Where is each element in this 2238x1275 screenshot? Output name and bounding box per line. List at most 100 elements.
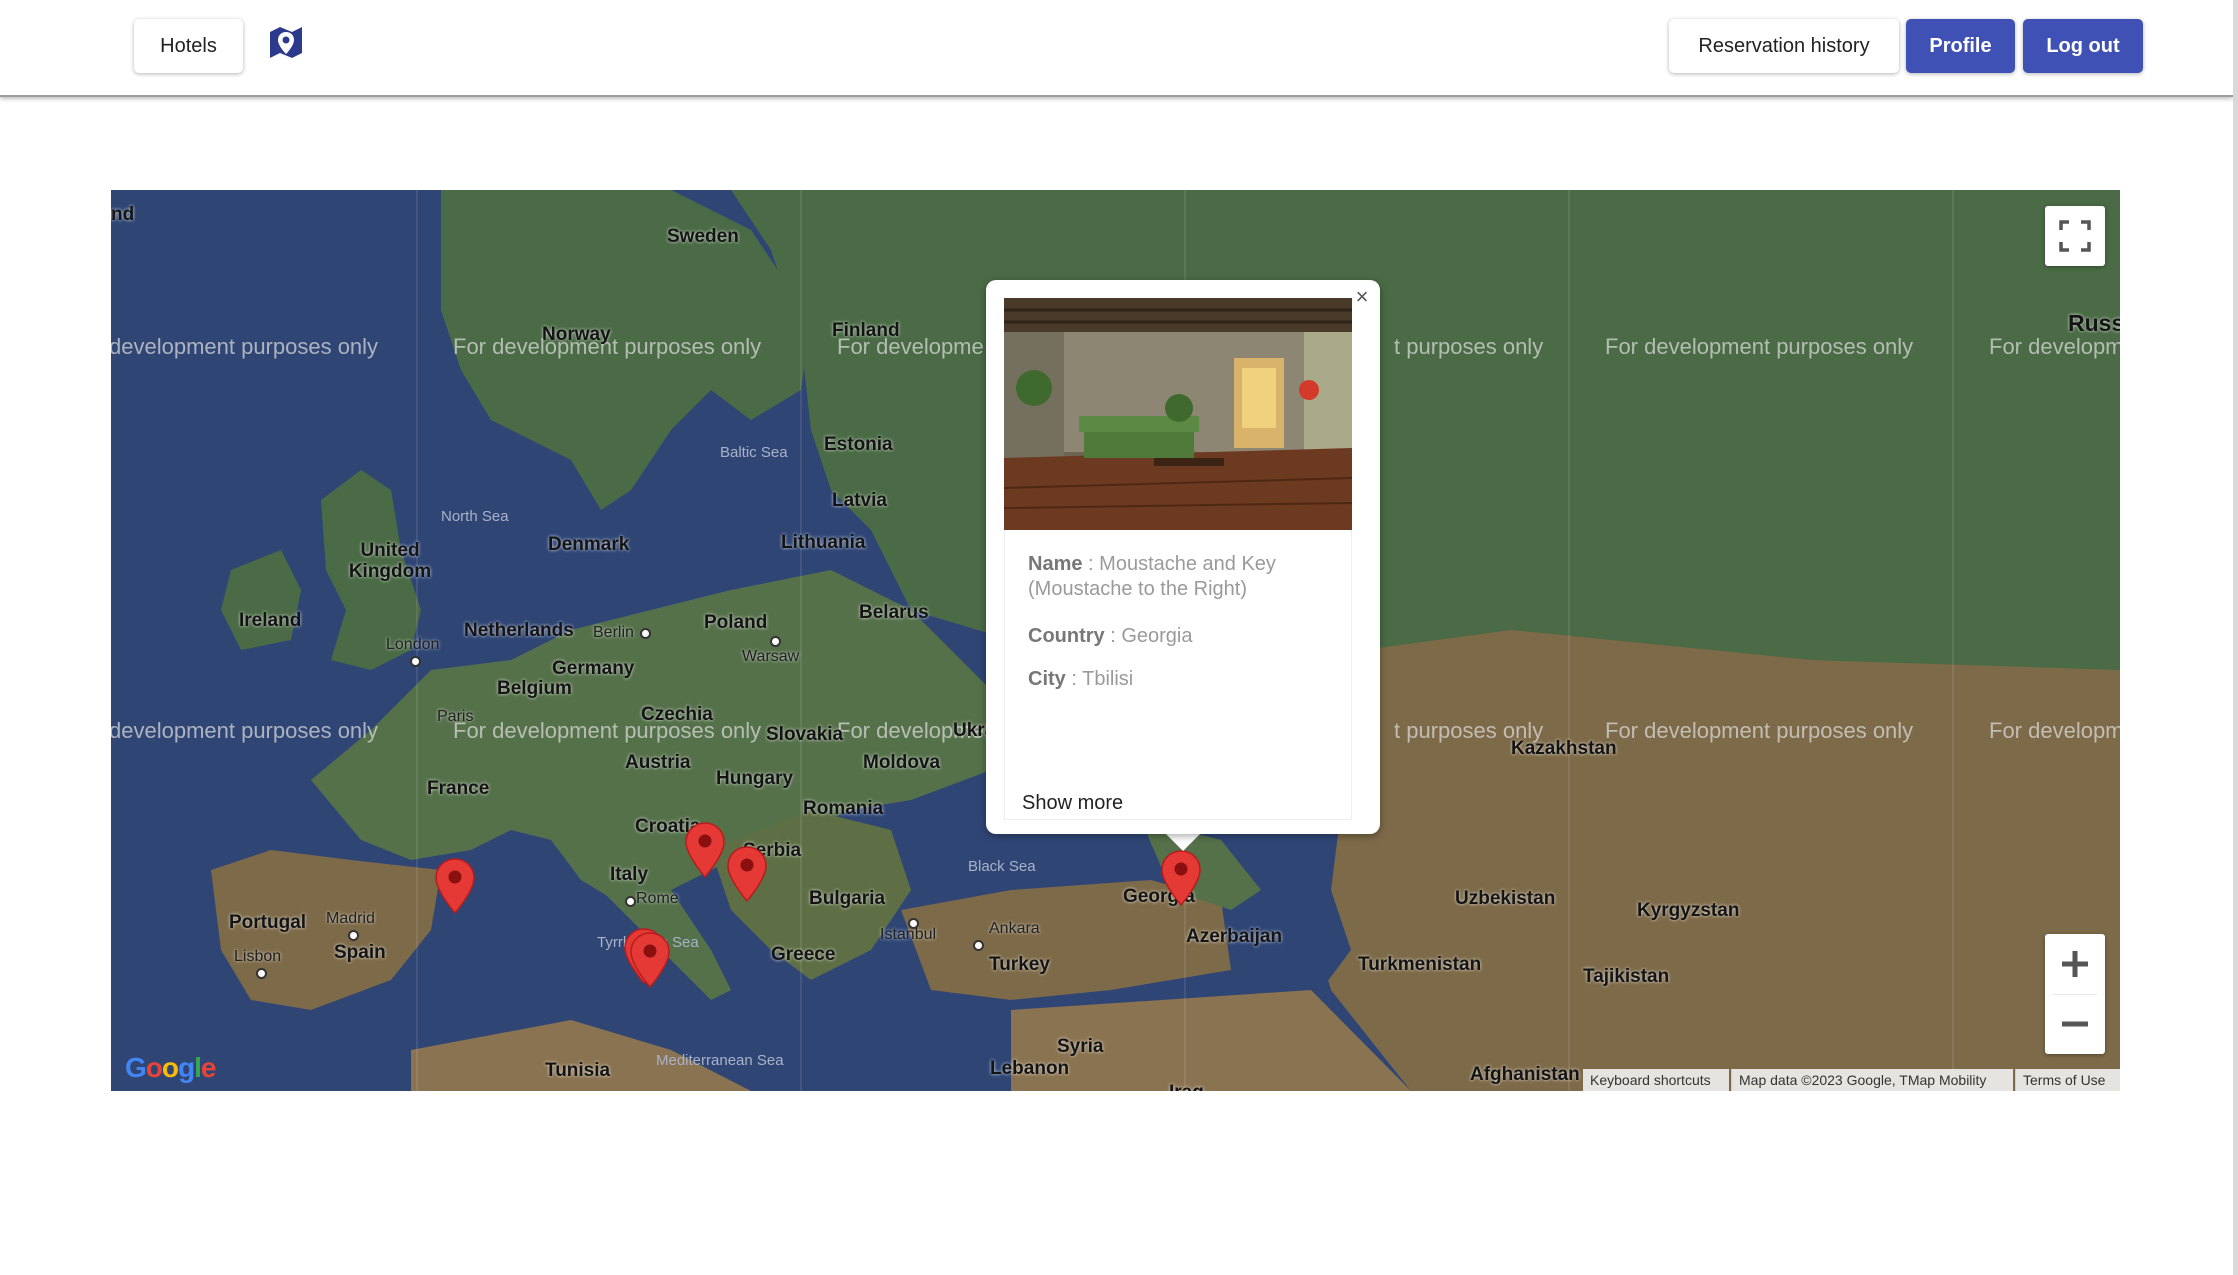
map-watermark: t purposes only (1394, 334, 1544, 359)
terms-of-use-link[interactable]: Terms of Use (2015, 1069, 2120, 1091)
hotel-marker[interactable] (435, 858, 475, 914)
map-label-sea: Baltic Sea (720, 444, 788, 461)
city-dot (770, 636, 781, 647)
map-label-city: Madrid (326, 910, 375, 927)
map-label-city: Paris (437, 708, 474, 725)
hotel-country-value: Georgia (1121, 625, 1193, 647)
map-label-country: Estonia (824, 434, 893, 455)
map-label-country: Kyrgyzstan (1637, 900, 1740, 921)
google-logo[interactable]: Google (125, 1052, 216, 1084)
map-watermark: For development purposes only (453, 718, 762, 743)
map-label-country: Austria (625, 752, 691, 773)
map-data-attribution: Map data ©2023 Google, TMap Mobility (1731, 1069, 2013, 1091)
city-dot (973, 940, 984, 951)
fullscreen-icon (2059, 220, 2091, 252)
hotel-country-field: Country : Georgia (1028, 625, 1193, 647)
logout-button[interactable]: Log out (2023, 19, 2143, 73)
map-label-country: Norway (542, 324, 611, 345)
map-label-country: Turkmenistan (1358, 954, 1482, 975)
map-label-country: Poland (704, 612, 768, 633)
map-label-country: France (427, 778, 490, 799)
map-label-country: Latvia (832, 490, 887, 511)
hotels-button[interactable]: Hotels (134, 19, 243, 73)
hotel-photo[interactable] (1004, 298, 1352, 530)
map-label-country: Slovakia (766, 724, 844, 745)
map-label-city: Lisbon (234, 948, 282, 965)
map-label-country: Belarus (859, 602, 929, 623)
map-label-country: Afghanistan (1470, 1064, 1580, 1085)
info-window-tail (1165, 833, 1201, 851)
city-dot (640, 628, 651, 639)
hotel-info-card: Name : Moustache and Key (Moustache to t… (1004, 530, 1352, 820)
map-label-country: Russ (2068, 310, 2120, 336)
profile-button[interactable]: Profile (1906, 19, 2015, 73)
city-dot (625, 896, 636, 907)
map-label-city: London (386, 636, 440, 653)
map-watermark: For development purposes only (1605, 718, 1914, 743)
hotel-marker[interactable] (630, 932, 670, 988)
map-label-country: United Kingdom (348, 540, 432, 582)
hotel-name-field: Name : Moustache and Key (Moustache to t… (1028, 553, 1276, 600)
hotel-city-field: City : Tbilisi (1028, 668, 1134, 690)
hotel-marker[interactable] (727, 846, 767, 902)
hotel-marker[interactable] (685, 822, 725, 878)
keyboard-shortcuts-link[interactable]: Keyboard shortcuts (1583, 1069, 1729, 1091)
map-label-country: Kazakhstan (1511, 738, 1617, 759)
map-label-city: Istanbul (880, 926, 937, 943)
map-watermark: For development purposes only (1605, 334, 1914, 359)
map-label-sea: Mediterranean Sea (656, 1052, 784, 1069)
map-label-country: Sweden (667, 226, 739, 247)
plus-icon[interactable] (2045, 934, 2105, 994)
map-watermark: For developm (1989, 334, 2120, 359)
hotel-marker-selected[interactable] (1161, 850, 1201, 906)
map-label-country: Lithuania (781, 532, 866, 553)
map-label-country: Netherlands (464, 620, 574, 641)
map-label-sea: Black Sea (968, 858, 1036, 875)
map-label-city: Berlin (593, 624, 634, 641)
top-navbar: Hotels Reservation history Profile Log o… (0, 0, 2233, 97)
city-dot (348, 930, 359, 941)
hotel-city-value: Tbilisi (1082, 668, 1134, 690)
close-icon[interactable]: × (1350, 286, 1374, 310)
map-label-country: Germany (552, 658, 635, 679)
map-label-city: Rome (636, 890, 679, 907)
page-scrollbar[interactable] (2233, 0, 2238, 1275)
map-label-country: Iraq (1169, 1082, 1204, 1091)
map-label-country: Syria (1057, 1036, 1104, 1057)
map-label-country: Moldova (863, 752, 941, 773)
map-label-country: Greece (771, 944, 836, 965)
map-label-land: nd (111, 204, 135, 225)
city-dot (908, 918, 919, 929)
fullscreen-button[interactable] (2045, 206, 2105, 266)
hotel-country-label: Country (1028, 625, 1105, 647)
map-label-country: Azerbaijan (1186, 926, 1283, 947)
map-label-country: Hungary (716, 768, 794, 789)
reservation-history-button[interactable]: Reservation history (1669, 19, 1899, 73)
map-label-city: Warsaw (742, 648, 800, 665)
map-label-city: Ankara (989, 920, 1040, 937)
map-marker-icon[interactable] (268, 24, 304, 60)
hotel-name-label: Name (1028, 553, 1083, 575)
map-label-country: Tajikistan (1583, 966, 1670, 987)
map-label-country: Denmark (548, 534, 630, 555)
city-dot (256, 968, 267, 979)
map-label-country: Tunisia (545, 1060, 611, 1081)
show-more-button[interactable]: Show more (1004, 778, 1144, 828)
map-label-country: Italy (610, 864, 649, 885)
map-label-country: Belgium (497, 678, 572, 699)
map-label-country: Turkey (989, 954, 1050, 975)
map-watermark: development purposes only (111, 334, 379, 359)
map-label-country: Czechia (641, 704, 713, 725)
hotel-city-label: City (1028, 668, 1066, 690)
map-label-country: Spain (334, 942, 386, 963)
map-label-country: Finland (832, 320, 900, 341)
map-label-country: Ireland (239, 610, 302, 631)
city-dot (410, 656, 421, 667)
hotel-info-window: × Name : Moustache and Key (Moustache to… (986, 280, 1380, 834)
map-label-country: Bulgaria (809, 888, 886, 909)
map-label-country: Portugal (229, 912, 307, 933)
minus-icon[interactable] (2045, 994, 2105, 1054)
zoom-controls (2045, 934, 2105, 1054)
map-label-country: Uzbekistan (1455, 888, 1556, 909)
map-watermark: For developm (1989, 718, 2120, 743)
